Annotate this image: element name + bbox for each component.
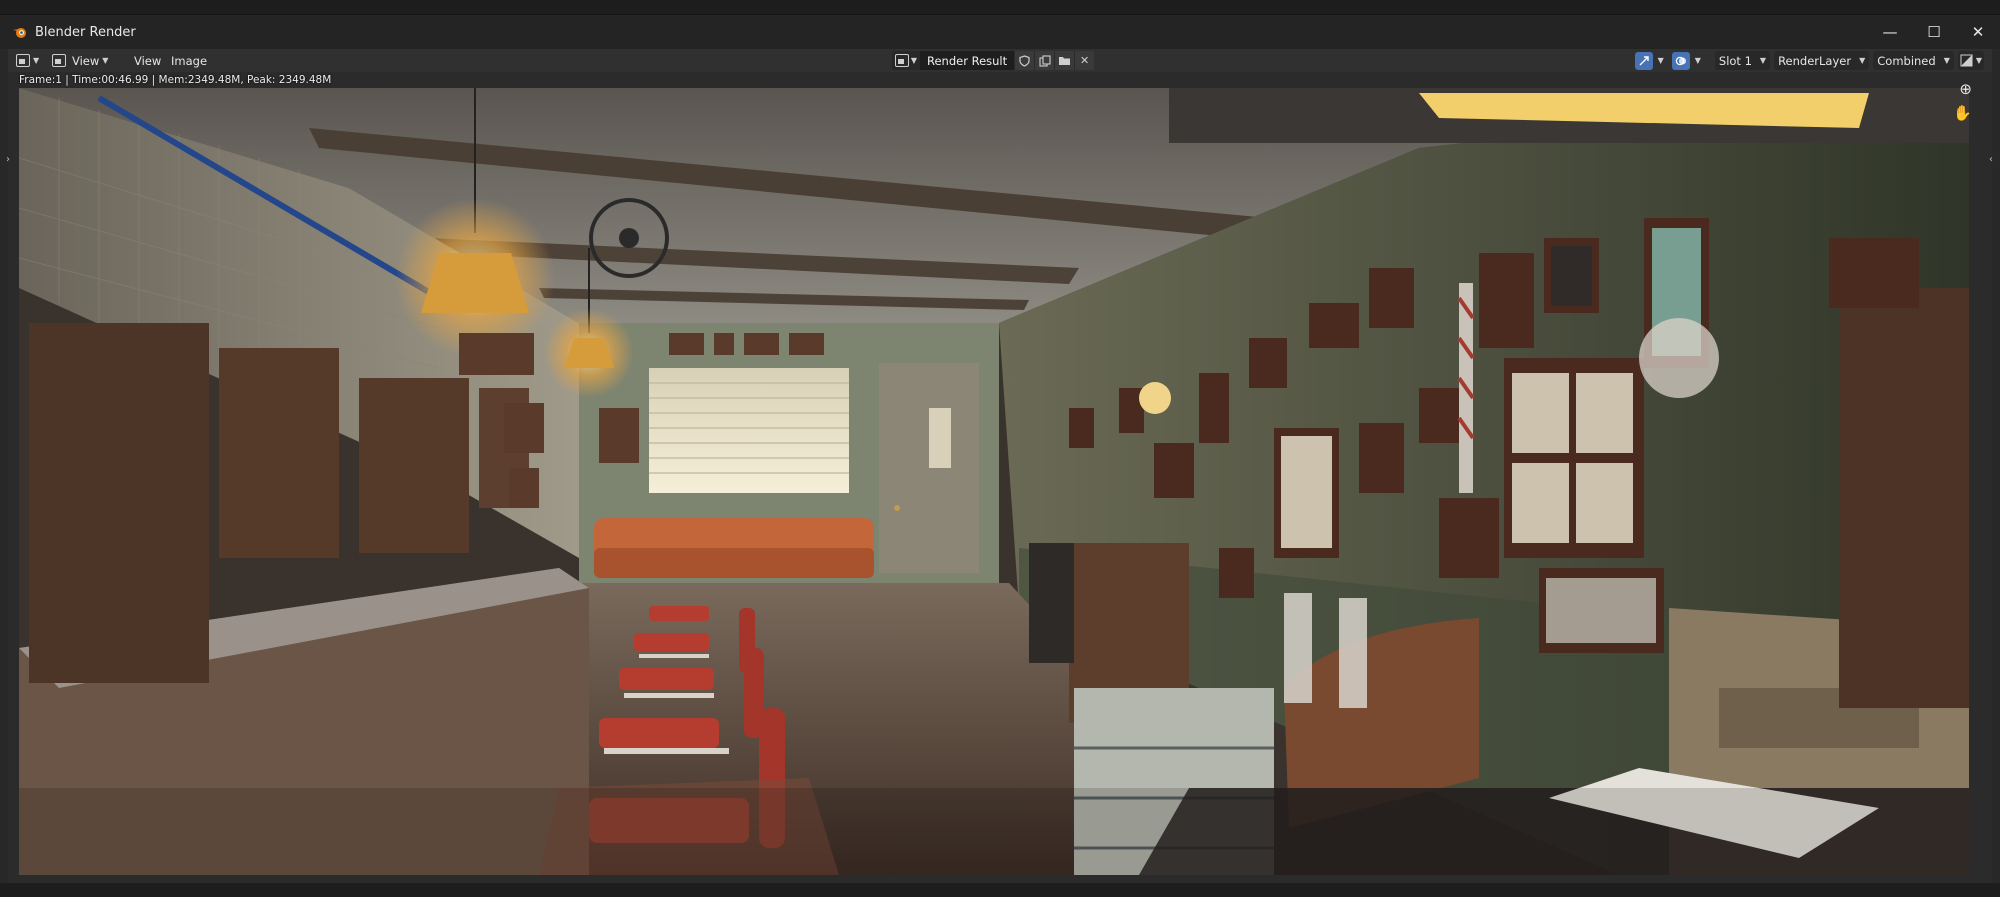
window-title: Blender Render [35,24,136,40]
chevron-down-icon: ▼ [1943,56,1950,65]
render-result-image [19,88,1969,875]
image-selector: ▼ Render Result ✕ [892,51,1095,70]
render-layer-dropdown[interactable]: RenderLayer ▼ [1774,51,1870,70]
image-editor-header: ▼ View ▼ View Image ▼ Render Result ✕ ▼ … [8,49,1992,72]
unlink-image-button[interactable]: ✕ [1074,51,1095,70]
chevron-down-icon[interactable]: ▼ [1695,56,1701,65]
open-image-button[interactable] [1054,51,1075,70]
gizmo-toggle-button[interactable] [1634,51,1653,70]
fake-user-button[interactable] [1014,51,1035,70]
browse-image-button[interactable]: ▼ [892,51,920,70]
chevron-down-icon: ▼ [1859,56,1866,65]
overlay-icon [1675,56,1686,65]
chevron-down-icon: ▼ [1975,56,1982,65]
gizmo-icon [1639,55,1649,65]
maximize-button[interactable]: ☐ [1912,15,1956,49]
title-bar[interactable]: Blender Render — ☐ ✕ [0,15,2000,49]
pan-hand-icon[interactable]: ✋ [1953,104,1972,122]
image-browse-icon [894,54,909,67]
view-mode-dropdown[interactable]: View ▼ [52,49,122,72]
fake-user-shield-icon [1019,54,1030,67]
duplicate-icon [1039,54,1051,67]
close-icon: ✕ [1080,54,1090,67]
display-channels-icon [1960,54,1973,67]
chevron-down-icon[interactable]: ▼ [1658,56,1664,65]
header-right-controls: ▼ ▼ Slot 1 ▼ RenderLayer ▼ Combined ▼ ▼ [1634,51,1984,70]
blender-render-window: Blender Render — ☐ ✕ ▼ View ▼ View Image… [0,14,2000,883]
display-channels-dropdown[interactable]: ▼ [1957,51,1984,70]
minimize-button[interactable]: — [1868,15,1912,49]
render-pass-dropdown[interactable]: Combined ▼ [1873,51,1954,70]
toolbar-expand-arrow[interactable]: › [6,154,10,165]
image-editor-icon [16,54,30,67]
menu-image[interactable]: Image [165,49,213,72]
image-viewport[interactable]: › ‹ Frame:1 | Time:00:46.99 | Mem:2349.4… [6,72,1993,883]
overlay-toggle-button[interactable] [1671,51,1690,70]
view-mode-label: View [72,53,100,68]
view-mode-icon [52,54,66,67]
window-controls: — ☐ ✕ [1868,15,2000,49]
chevron-down-icon: ▼ [1759,56,1767,65]
folder-icon [1059,57,1071,65]
chevron-down-icon: ▼ [33,56,40,65]
chevron-down-icon: ▼ [910,56,918,65]
close-window-button[interactable]: ✕ [1956,15,2000,49]
menu-view[interactable]: View [128,49,167,72]
new-image-button[interactable] [1034,51,1055,70]
slot-dropdown[interactable]: Slot 1 ▼ [1714,51,1771,70]
zoom-icon[interactable]: ⊕ [1959,80,1972,98]
render-stats: Frame:1 | Time:00:46.99 | Mem:2349.48M, … [19,74,332,86]
sidebar-expand-arrow[interactable]: ‹ [1989,154,1993,165]
blender-logo-icon [12,24,28,40]
barber-shop-render [19,88,1969,875]
editor-type-dropdown[interactable]: ▼ [16,49,46,72]
chevron-down-icon: ▼ [102,56,109,65]
image-name-field[interactable]: Render Result [920,51,1015,70]
